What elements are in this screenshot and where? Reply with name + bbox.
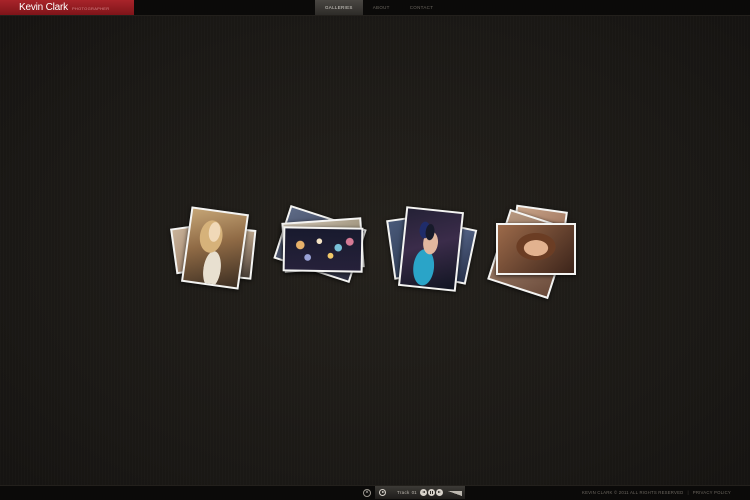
brand-tagline: Photographer <box>71 6 110 11</box>
previous-track-icon[interactable] <box>419 489 427 496</box>
bottom-bar: × Track 01 Kevin Clark © 2011 All rights… <box>0 485 750 500</box>
gallery-stacks <box>0 200 750 300</box>
play-icon[interactable] <box>379 489 386 496</box>
main-nav: Galleries About Contact <box>315 0 443 15</box>
track-label: Track <box>397 490 410 495</box>
footer: Kevin Clark © 2011 All rights reserved | P… <box>582 486 731 499</box>
music-player: Track 01 <box>375 486 465 499</box>
privacy-policy-link[interactable]: Privacy Policy <box>693 490 731 495</box>
brand-name: Kevin Clark <box>19 2 68 13</box>
gallery-stack-4[interactable] <box>487 203 584 300</box>
close-player-icon[interactable]: × <box>363 489 371 497</box>
nav-item-about[interactable]: About <box>363 0 400 15</box>
copyright-text: Kevin Clark © 2011 All rights reserved <box>582 490 684 495</box>
gallery-cover-photo <box>282 226 364 273</box>
gallery-stack-3[interactable] <box>386 206 478 296</box>
gallery-cover-photo <box>496 223 576 275</box>
nav-item-contact[interactable]: Contact <box>400 0 444 15</box>
logo[interactable]: Kevin Clark Photographer <box>0 0 134 15</box>
nav-item-galleries[interactable]: Galleries <box>315 0 363 15</box>
gallery-cover-photo <box>397 206 465 292</box>
track-number: 01 <box>411 490 417 495</box>
pause-icon[interactable] <box>427 489 435 496</box>
top-bar: Kevin Clark Photographer Galleries About… <box>0 0 750 16</box>
next-track-icon[interactable] <box>435 489 443 496</box>
gallery-cover-photo <box>180 206 250 290</box>
gallery-stack-2[interactable] <box>273 205 367 300</box>
volume-icon[interactable] <box>447 490 462 496</box>
footer-divider: | <box>687 490 689 495</box>
page: Kevin Clark Photographer Galleries About… <box>0 0 750 500</box>
gallery-stack-1[interactable] <box>170 206 260 297</box>
